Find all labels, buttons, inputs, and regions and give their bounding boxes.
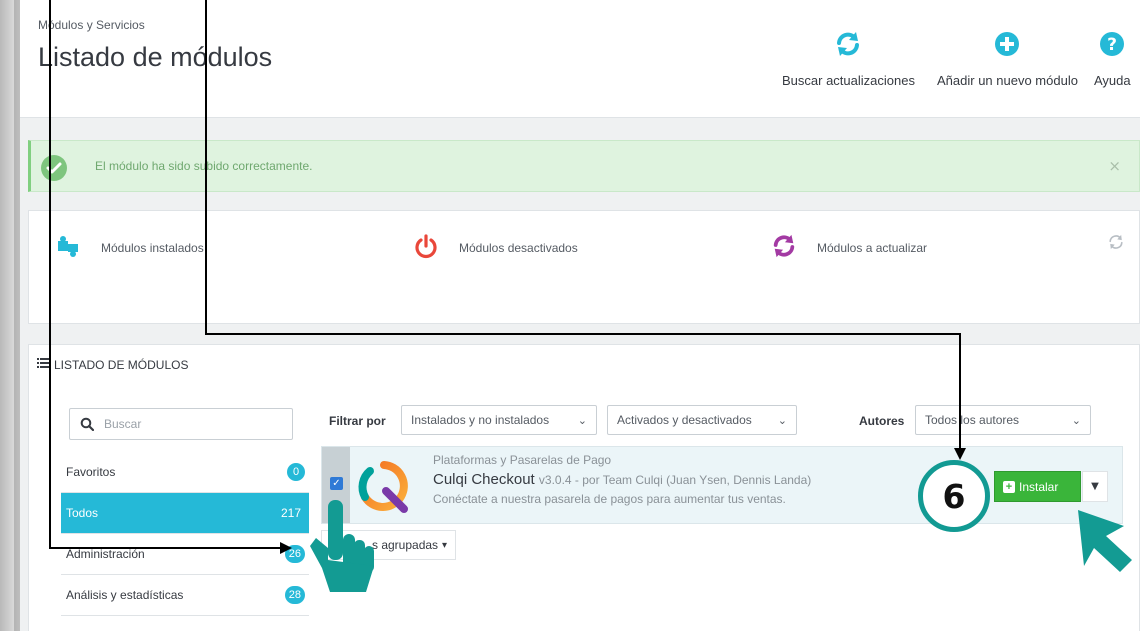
- authors-select[interactable]: Todos los autores ⌄: [915, 405, 1091, 435]
- help-icon: ?: [1094, 30, 1131, 64]
- plus-square-icon: +: [1003, 480, 1015, 493]
- module-category: Plataformas y Pasarelas de Pago: [433, 453, 612, 467]
- kpi-update-label: Módulos a actualizar: [817, 240, 928, 255]
- page-title: Listado de módulos: [38, 42, 273, 72]
- check-updates-button[interactable]: Buscar actualizaciones: [782, 30, 915, 88]
- category-label: Favoritos: [66, 465, 116, 479]
- update-icon: [771, 233, 797, 262]
- check-updates-label: Buscar actualizaciones: [782, 73, 915, 88]
- help-button[interactable]: ? Ayuda: [1094, 30, 1131, 88]
- plus-circle-icon: [937, 30, 1078, 64]
- install-status-select[interactable]: Instalados y no instalados ⌄: [401, 405, 597, 435]
- authors-label: Autores: [859, 414, 905, 428]
- module-list-heading: LISTADO DE MÓDULOS: [37, 357, 188, 372]
- refresh-icon: [782, 30, 915, 64]
- category-label: Análisis y estadísticas: [66, 588, 184, 602]
- help-label: Ayuda: [1094, 73, 1131, 88]
- install-module-button[interactable]: + Instalar: [994, 471, 1081, 502]
- active-status-select[interactable]: Activados y desactivados ⌄: [607, 405, 797, 435]
- screenshot-frame: [0, 0, 22, 631]
- kpi-disabled-modules[interactable]: Módulos desactivados: [413, 233, 578, 262]
- category-item-todos[interactable]: Todos 217: [61, 493, 309, 534]
- category-count-badge: 0: [287, 463, 305, 481]
- kpi-disabled-label: Módulos desactivados: [459, 240, 578, 255]
- kpi-installed-label: Módulos instalados: [101, 240, 204, 255]
- svg-text:?: ?: [1107, 35, 1117, 55]
- admin-app: Módulos y Servicios Listado de módulos B…: [20, 0, 1140, 631]
- search-icon: [70, 417, 104, 431]
- alert-close-button[interactable]: ×: [1108, 157, 1121, 175]
- module-title: Culqi Checkout v3.0.4 - por Team Culqi (…: [433, 471, 811, 488]
- kpi-modules-to-update[interactable]: Módulos a actualizar: [771, 233, 927, 262]
- active-status-value: Activados y desactivados: [617, 413, 752, 427]
- bulk-actions-button[interactable]: s agrupadas ▾: [321, 530, 457, 560]
- caret-down-icon: ▾: [442, 539, 448, 551]
- culqi-logo: [356, 459, 412, 515]
- category-item-analisis[interactable]: Análisis y estadísticas 28: [61, 575, 309, 616]
- kpi-installed-modules[interactable]: Módulos instalados: [55, 233, 204, 262]
- breadcrumb[interactable]: Módulos y Servicios: [38, 18, 145, 32]
- chevron-down-icon: ⌄: [577, 414, 587, 427]
- module-name: Culqi Checkout: [433, 471, 535, 488]
- kpi-refresh-icon[interactable]: [1107, 233, 1125, 255]
- filter-label: Filtrar por: [329, 414, 386, 428]
- module-search-input[interactable]: [104, 417, 274, 431]
- success-alert: El módulo ha sido subido correctamente. …: [28, 140, 1140, 192]
- install-options-dropdown[interactable]: ▼: [1082, 471, 1108, 502]
- alert-message: El módulo ha sido subido correctamente.: [95, 159, 313, 173]
- module-search-box[interactable]: [69, 408, 293, 440]
- module-version-author: v3.0.4 - por Team Culqi (Juan Ysen, Denn…: [538, 473, 812, 487]
- module-row: ✓ Plataformas y Pasarelas de Pago Culqi …: [321, 446, 1123, 524]
- category-list: Favoritos 0 Todos 217 Administración 26 …: [61, 452, 309, 616]
- add-module-button[interactable]: Añadir un nuevo módulo: [937, 30, 1078, 88]
- module-list-title: LISTADO DE MÓDULOS: [54, 357, 189, 372]
- category-count-badge: 217: [280, 506, 301, 520]
- add-module-label: Añadir un nuevo módulo: [937, 73, 1078, 88]
- authors-value: Todos los autores: [925, 413, 1020, 427]
- category-item-favoritos[interactable]: Favoritos 0: [61, 452, 309, 493]
- category-item-administracion[interactable]: Administración 26: [61, 534, 309, 575]
- step-number-badge: 6: [918, 460, 990, 532]
- chevron-down-icon: ⌄: [1071, 414, 1081, 427]
- category-label: Administración: [66, 547, 145, 561]
- install-status-value: Instalados y no instalados: [411, 413, 550, 427]
- check-circle-icon: [41, 155, 67, 181]
- category-count-badge: 28: [284, 586, 305, 604]
- bulk-actions-label: s agrupadas: [372, 538, 439, 552]
- module-description: Conéctate a nuestra pasarela de pagos pa…: [433, 492, 786, 506]
- caret-down-icon: ▼: [1091, 481, 1099, 492]
- list-icon: [37, 357, 50, 372]
- puzzle-icon: [55, 233, 81, 262]
- page-header: Módulos y Servicios Listado de módulos B…: [20, 0, 1140, 118]
- category-label: Todos: [66, 506, 99, 520]
- chevron-down-icon: ⌄: [777, 414, 787, 427]
- power-icon: [413, 233, 439, 262]
- category-count-badge: 26: [284, 545, 305, 563]
- kpi-panel: Módulos instalados Módulos desactivados: [28, 210, 1140, 324]
- install-label: Instalar: [1019, 479, 1059, 494]
- module-select-checkbox[interactable]: ✓: [330, 477, 343, 490]
